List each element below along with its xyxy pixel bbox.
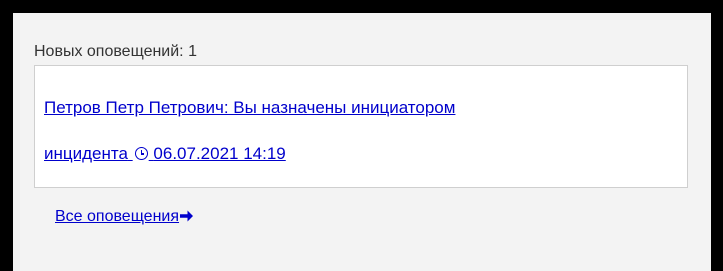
notification-text-line1: Петров Петр Петрович: Вы назначены иници… [44, 98, 456, 117]
notification-text-line2: инцидента [44, 144, 128, 163]
notification-timestamp: 06.07.2021 14:19 [153, 144, 286, 163]
clock-icon [134, 147, 148, 160]
all-notifications-label: Все оповещения [55, 208, 180, 225]
all-notifications-link[interactable]: Все оповещения [55, 207, 194, 227]
notification-item: Петров Петр Петрович: Вы назначены иници… [34, 65, 688, 188]
notifications-panel: Новых оповещений: 1 Петров Петр Петрович… [0, 0, 723, 271]
notification-link[interactable]: Петров Петр Петрович: Вы назначены иници… [44, 98, 455, 163]
new-notifications-count: Новых оповещений: 1 [34, 43, 197, 60]
arrow-right-icon [179, 209, 194, 223]
